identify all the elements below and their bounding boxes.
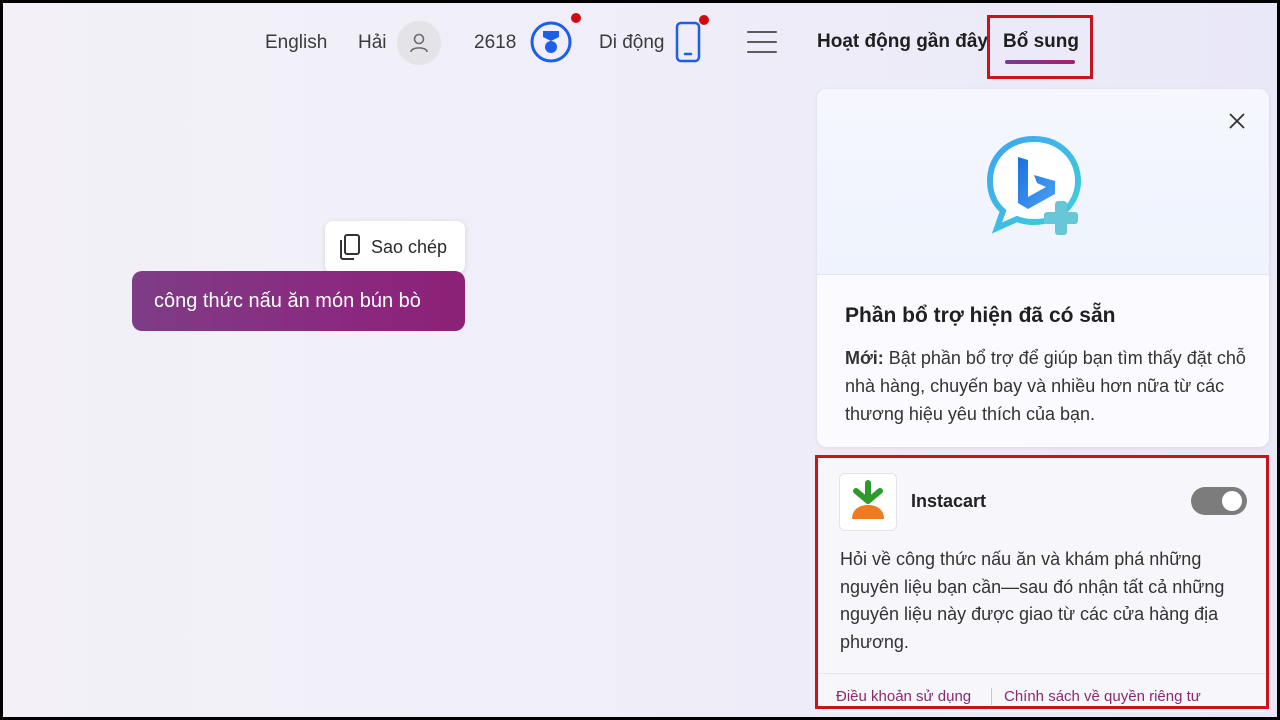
copy-icon [340, 234, 360, 260]
avatar[interactable] [397, 21, 441, 65]
hamburger-menu-icon[interactable] [747, 31, 777, 55]
bing-plugin-icon [986, 135, 1082, 235]
reward-points[interactable]: 2618 [474, 32, 516, 54]
medal-icon[interactable] [529, 20, 573, 64]
notification-dot [571, 13, 581, 23]
user-message-bubble: công thức nấu ăn món bún bò [132, 271, 465, 331]
mobile-link[interactable]: Di động [599, 32, 665, 54]
promo-description-text: Bật phần bổ trợ để giúp bạn tìm thấy đặt… [845, 348, 1246, 424]
tab-recent-activity[interactable]: Hoạt động gần đây [817, 31, 988, 53]
copy-button[interactable]: Sao chép [325, 221, 465, 273]
highlight-box [815, 455, 1269, 709]
phone-icon[interactable] [675, 21, 701, 63]
top-navigation: English Hải 2618 Di động Hoạt động gần đ… [3, 3, 1277, 83]
language-link[interactable]: English [265, 32, 327, 54]
highlight-box [987, 15, 1093, 79]
promo-title: Phần bổ trợ hiện đã có sẵn [845, 304, 1116, 327]
plugin-promo-card: Phần bổ trợ hiện đã có sẵn Mới: Bật phần… [817, 89, 1269, 447]
app-frame: English Hải 2618 Di động Hoạt động gần đ… [3, 3, 1277, 717]
user-name[interactable]: Hải [358, 32, 387, 54]
promo-description: Mới: Bật phần bổ trợ để giúp bạn tìm thấ… [845, 344, 1250, 428]
promo-hero [817, 89, 1269, 275]
notification-dot [699, 15, 709, 25]
copy-label: Sao chép [371, 236, 448, 257]
close-icon[interactable] [1227, 111, 1247, 131]
person-icon [410, 33, 428, 53]
promo-new-label: Mới: [845, 348, 884, 368]
